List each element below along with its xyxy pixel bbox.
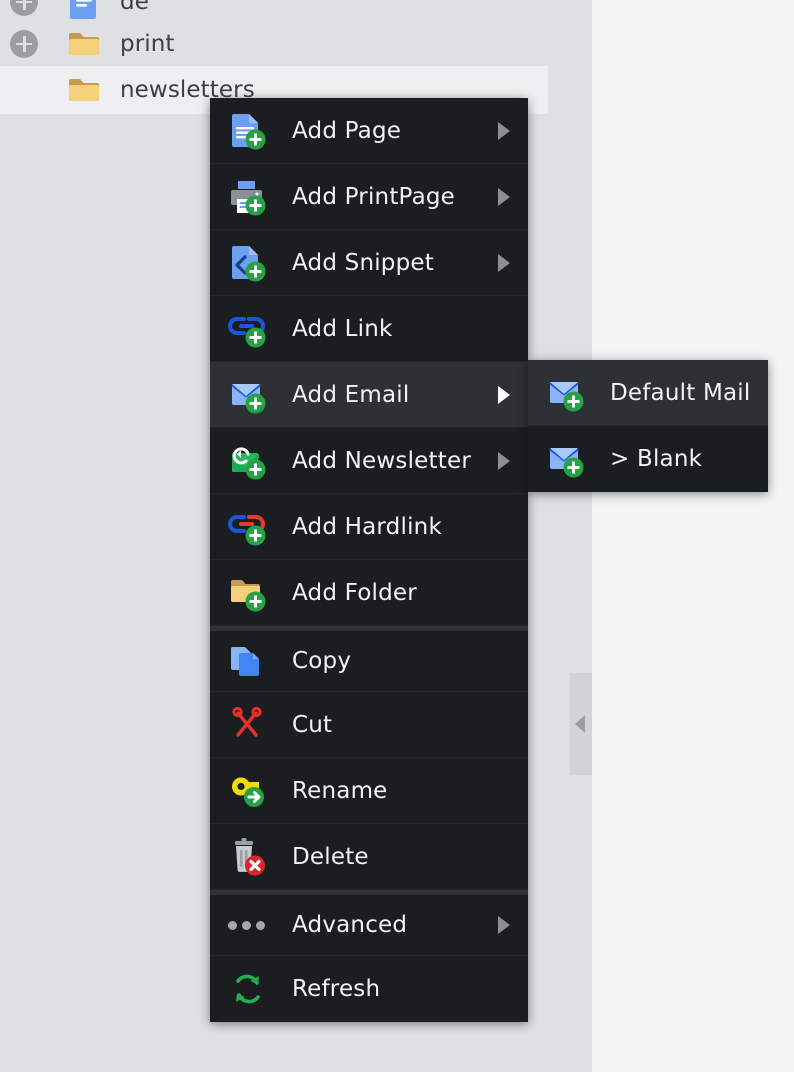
menu-item-add-hardlink[interactable]: Add Hardlink [210,494,528,560]
add-email-icon [546,439,586,479]
menu-item-label: Add Newsletter [292,447,471,474]
tree-row[interactable]: print [0,20,548,68]
copy-icon [228,641,268,681]
menu-item-label: Add Snippet [292,249,434,276]
chevron-right-icon [498,253,510,272]
chevron-right-icon [498,187,510,206]
menu-item-label: Add Link [292,315,393,342]
folder-icon [66,26,102,62]
menu-item-add-page[interactable]: Add Page [210,98,528,164]
tree-item-label: de [120,0,149,15]
menu-item-label: Add Folder [292,579,417,606]
add-snippet-icon [228,243,268,283]
refresh-icon [228,969,268,1009]
menu-item-label: Add Page [292,117,402,144]
menu-item-add-folder[interactable]: Add Folder [210,560,528,626]
expand-toggle-icon[interactable] [10,0,38,16]
menu-item-label: Add Hardlink [292,513,442,540]
menu-item-advanced[interactable]: Advanced [210,890,528,956]
panel-collapse-handle[interactable] [570,673,592,775]
menu-item-add-newsletter[interactable]: Add Newsletter [210,428,528,494]
menu-item-cut[interactable]: Cut [210,692,528,758]
menu-item-label: Advanced [292,912,408,938]
add-email-icon [228,375,268,415]
folder-icon [66,72,102,108]
menu-item-label: Cut [292,711,333,738]
submenu-item-blank[interactable]: > Blank [528,426,768,492]
chevron-left-icon [575,715,585,733]
submenu-item-default-mail[interactable]: Default Mail [528,360,768,426]
menu-item-rename[interactable]: Rename [210,758,528,824]
add-printpage-icon [228,177,268,217]
tree-item-label: print [120,31,175,57]
submenu-item-label: > Blank [610,446,703,472]
add-hardlink-icon [228,507,268,547]
context-menu: Add Page Add PrintPage Add Snippet Add L… [210,98,528,1022]
menu-item-add-snippet[interactable]: Add Snippet [210,230,528,296]
rename-icon [228,771,268,811]
more-dots-icon [228,905,268,945]
menu-item-add-email[interactable]: Add Email [210,362,528,428]
page-icon [66,0,102,20]
menu-item-label: Add Email [292,381,410,408]
delete-icon [228,837,268,877]
menu-item-add-printpage[interactable]: Add PrintPage [210,164,528,230]
menu-item-delete[interactable]: Delete [210,824,528,890]
content-area [592,0,794,1072]
chevron-right-icon [498,451,510,470]
menu-item-label: Copy [292,648,352,674]
app-root: de print newsletters Add Page Add PrintP… [0,0,794,1072]
cut-icon [228,705,268,745]
menu-item-label: Refresh [292,976,381,1002]
add-newsletter-icon [228,441,268,481]
chevron-right-icon [498,385,510,404]
add-folder-icon [228,573,268,613]
menu-item-refresh[interactable]: Refresh [210,956,528,1022]
menu-item-add-link[interactable]: Add Link [210,296,528,362]
submenu-add-email: Default Mail > Blank [528,360,768,492]
submenu-item-label: Default Mail [610,379,751,406]
menu-item-label: Add PrintPage [292,183,456,210]
menu-item-label: Rename [292,777,388,804]
expand-toggle-icon[interactable] [10,30,38,58]
add-page-icon [228,111,268,151]
menu-item-label: Delete [292,843,369,870]
add-email-icon [546,373,586,413]
add-link-icon [228,309,268,349]
chevron-right-icon [498,916,510,934]
chevron-right-icon [498,121,510,140]
menu-item-copy[interactable]: Copy [210,626,528,692]
